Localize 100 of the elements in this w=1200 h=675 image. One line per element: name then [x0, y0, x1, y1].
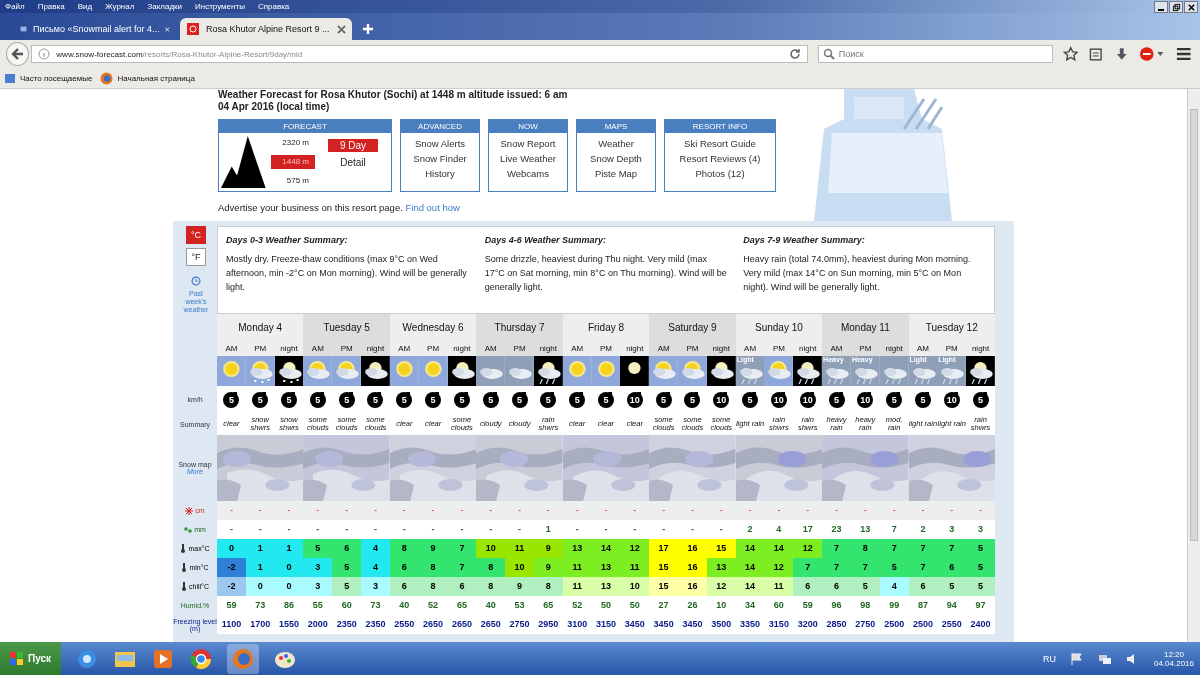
- clock-time[interactable]: 12:20: [1163, 649, 1184, 659]
- start-button[interactable]: Пуск: [0, 642, 62, 675]
- sun-icon: [389, 356, 419, 386]
- nav-link[interactable]: Resort Reviews (4): [679, 153, 761, 164]
- rain-cloud-icon: [908, 356, 938, 386]
- detail-link[interactable]: Detail: [340, 157, 366, 168]
- menu-icon[interactable]: [1174, 46, 1192, 62]
- temperature-cell: 7: [908, 539, 938, 558]
- cloud-icon: [476, 356, 506, 386]
- sun-icon: [591, 356, 621, 386]
- menu-item[interactable]: Закладки: [147, 0, 182, 13]
- restore-icon: [1171, 2, 1181, 12]
- freezing-level-cell: 3350: [735, 615, 765, 634]
- freezing-level-cell: 2650: [418, 615, 448, 634]
- firefox-icon: [100, 71, 114, 85]
- bookmark-item[interactable]: Часто посещаемые: [4, 72, 93, 84]
- snow-cell: -: [649, 501, 679, 520]
- nav-link[interactable]: Piste Map: [594, 168, 638, 179]
- menu-item[interactable]: Справка: [257, 0, 290, 13]
- nav-link[interactable]: Weather: [598, 138, 634, 149]
- period-label: AM: [908, 341, 938, 356]
- freezing-level-cell: 1700: [245, 615, 275, 634]
- back-button[interactable]: [6, 42, 30, 66]
- reload-icon[interactable]: [788, 48, 801, 60]
- nav-link[interactable]: Snow Finder: [413, 153, 467, 164]
- nav-link[interactable]: Webcams: [506, 168, 550, 179]
- bookmark-folder-icon: [4, 72, 16, 84]
- temperature-cell: 7: [447, 558, 477, 577]
- close-icon[interactable]: [337, 24, 346, 34]
- temperature-cell: 5: [850, 577, 880, 596]
- temperature-cell: 7: [822, 558, 851, 577]
- temperature-cell: 6: [908, 577, 938, 596]
- rain-cell: 2: [908, 520, 938, 539]
- bookmark-item[interactable]: Начальная страница: [100, 71, 195, 85]
- temperature-cell: 4: [361, 558, 390, 577]
- menu-item[interactable]: Вид: [77, 0, 93, 13]
- temperature-cell: 8: [418, 577, 448, 596]
- adblock-icon[interactable]: [1139, 46, 1165, 62]
- nav-link[interactable]: History: [425, 168, 455, 179]
- sun-cloud-icon: [649, 356, 679, 386]
- elevation-option[interactable]: 2320 m: [271, 135, 315, 150]
- clock-icon[interactable]: [189, 276, 203, 286]
- scrollbar[interactable]: [1187, 89, 1200, 642]
- chrome-icon[interactable]: [189, 646, 214, 671]
- menu-item[interactable]: Инструменты: [195, 0, 245, 13]
- elevation-option[interactable]: 575 m: [271, 174, 315, 189]
- new-tab-icon[interactable]: [362, 23, 374, 35]
- address-field[interactable]: www.snow-forecast.com/resorts/Rosa-Khutor-Alpine-Resort/9day/mid: [31, 45, 808, 63]
- menu-item[interactable]: Файл: [5, 0, 25, 13]
- close-icon[interactable]: [165, 24, 170, 34]
- humidity-cell: 99: [879, 596, 909, 615]
- day-header: Tuesday 5: [303, 314, 390, 341]
- flag-icon[interactable]: [1069, 651, 1084, 666]
- close-button[interactable]: [1184, 1, 1198, 13]
- humidity-cell: 60: [332, 596, 362, 615]
- rain-cell: 17: [793, 520, 823, 539]
- elevation-option[interactable]: 1448 m: [271, 155, 315, 169]
- info-icon: [38, 48, 51, 60]
- period-label: PM: [937, 341, 967, 356]
- nav-link[interactable]: Snow Depth: [590, 153, 642, 164]
- search-field[interactable]: Поиск: [817, 45, 1053, 63]
- nav-link[interactable]: Snow Report: [500, 138, 556, 149]
- close-icon: [1186, 2, 1196, 12]
- nav-link[interactable]: Ski Resort Guide: [684, 138, 756, 149]
- humidity-cell: 40: [476, 596, 506, 615]
- temperature-cell: 9: [505, 577, 534, 596]
- clipboard-icon[interactable]: [1088, 46, 1104, 62]
- unit-toggle[interactable]: °C: [186, 226, 206, 244]
- minimize-button[interactable]: [1154, 1, 1168, 13]
- nine-day-button[interactable]: 9 Day: [327, 139, 379, 152]
- period-label: night: [620, 341, 650, 356]
- menu-item[interactable]: Журнал: [105, 0, 135, 13]
- menu-item[interactable]: Правка: [37, 0, 65, 13]
- nav-link[interactable]: Live Weather: [500, 153, 556, 164]
- rain-cell: 7: [879, 520, 909, 539]
- find-out-link[interactable]: Find out how: [405, 202, 460, 213]
- sun-icon: [562, 356, 592, 386]
- rain-cell: -: [418, 520, 448, 539]
- language-indicator[interactable]: RU: [1042, 653, 1056, 664]
- freezing-level-cell: 2550: [937, 615, 967, 634]
- summary-text: Mostly dry. Freeze-thaw conditions (max 9°C on Wed afternoon, min -2°C on Mon morning). Wind will be generally light.: [226, 253, 468, 294]
- freezing-level-cell: 2400: [966, 615, 995, 634]
- wind-speed: 5: [655, 391, 672, 408]
- nav-link[interactable]: Snow Alerts: [414, 138, 466, 149]
- clock-date[interactable]: 04.04.2016: [1153, 658, 1194, 668]
- browser-tab[interactable]: Письмо «Snowmail alert for 4...: [14, 18, 176, 40]
- period-label: PM: [591, 341, 621, 356]
- browser-tab[interactable]: Rosa Khutor Alpine Resort 9 ...: [180, 18, 352, 40]
- restore-button[interactable]: [1169, 1, 1183, 13]
- rain-cell: 1: [533, 520, 563, 539]
- temperature-cell: 6: [937, 558, 967, 577]
- temperature-cell: 4: [879, 577, 909, 596]
- temperature-cell: 16: [678, 577, 707, 596]
- temperature-cell: 15: [649, 558, 679, 577]
- temperature-cell: 12: [764, 558, 794, 577]
- freezing-level-cell: 2350: [361, 615, 390, 634]
- nav-link[interactable]: Photos (12): [695, 168, 745, 179]
- star-icon[interactable]: [1062, 46, 1079, 62]
- unit-toggle[interactable]: °F: [186, 248, 206, 266]
- freezing-level-cell: 3450: [678, 615, 707, 634]
